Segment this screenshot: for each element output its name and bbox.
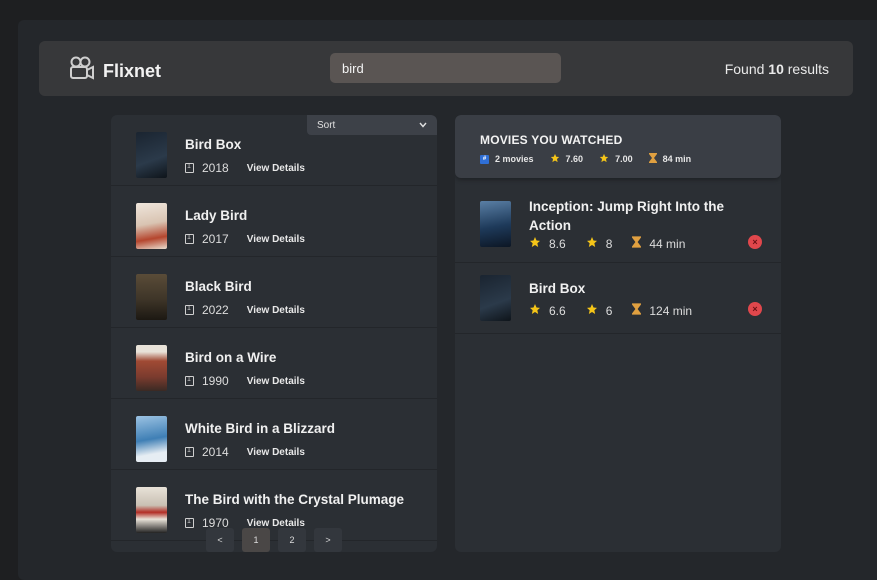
movie-poster [480,275,511,321]
watched-summary: MOVIES YOU WATCHED # 2 movies 7.60 7.00 … [455,115,781,178]
imdb-rating: 6.6 [549,303,566,318]
runtime: 124 min [649,303,693,318]
star-icon [586,303,598,318]
star-icon [599,153,609,165]
movie-title: Bird on a Wire [185,350,277,365]
movie-poster [136,345,167,391]
movie-poster [136,132,167,178]
view-details-link[interactable]: View Details [247,163,305,174]
next-page-button[interactable]: > [314,528,342,552]
list-item[interactable]: White Bird in a Blizzard 2014 View Detai… [111,399,437,470]
star-icon [529,303,541,318]
results-list-panel: Sort Bird Box 2018 View Details Lady Bir… [111,115,437,552]
stat-imdb-value: 7.60 [565,154,584,164]
stat-user-value: 7.00 [615,154,633,164]
pagination: < 1 2 > [206,528,342,552]
search-input[interactable] [330,53,561,83]
movie-poster [136,416,167,462]
imdb-rating: 8.6 [549,236,566,251]
page-button-2[interactable]: 2 [278,528,306,552]
list-item[interactable]: Lady Bird 2017 View Details [111,186,437,257]
star-icon [529,236,541,251]
stat-count-value: 2 movies [495,154,534,164]
movie-year: 2022 [202,303,229,317]
view-details-link[interactable]: View Details [247,447,305,458]
view-details-link[interactable]: View Details [247,376,305,387]
movie-title: Black Bird [185,279,252,294]
results-number: 10 [768,61,784,77]
view-details-link[interactable]: View Details [247,305,305,316]
list-item[interactable]: Bird Box 2018 View Details [111,115,437,186]
results-count: Found 10 results [724,61,829,77]
list-item[interactable]: Black Bird 2022 View Details [111,257,437,328]
movie-year: 2014 [202,445,229,459]
stat-user: 7.00 [599,153,633,165]
movie-title: Lady Bird [185,208,248,223]
stat-count: # 2 movies [480,154,534,164]
hash-icon: # [480,154,489,164]
calendar-icon [185,305,194,315]
app-name: Flixnet [103,61,162,81]
calendar-icon [185,376,194,386]
runtime: 44 min [649,236,686,251]
stat-runtime-value: 84 min [662,154,692,164]
user-rating: 8 [605,236,613,251]
watched-item[interactable]: Inception: Jump Right Into the Action 8.… [455,178,781,263]
watched-panel: MOVIES YOU WATCHED # 2 movies 7.60 7.00 … [455,115,781,552]
remove-button[interactable]: × [748,235,762,249]
page-button-1[interactable]: 1 [242,528,270,552]
hourglass-icon [632,236,642,251]
movie-poster [480,201,511,247]
watched-stats: # 2 movies 7.60 7.00 84 min [480,153,707,165]
star-icon [550,153,560,165]
movie-poster [136,203,167,249]
user-rating: 6 [605,303,613,318]
calendar-icon [185,518,194,528]
watched-meta: 8.6 8 44 min [529,236,705,251]
movie-meta: 2018 View Details [185,161,305,175]
movie-title: Bird Box [529,281,586,296]
calendar-icon [185,163,194,173]
movie-meta: 2017 View Details [185,232,305,246]
view-details-link[interactable]: View Details [247,234,305,245]
stat-runtime: 84 min [648,153,692,165]
navbar: Flixnet Found 10 results [39,41,853,96]
movie-meta: 2014 View Details [185,445,305,459]
remove-button[interactable]: × [748,302,762,316]
movie-meta: 2022 View Details [185,303,305,317]
movie-poster [136,274,167,320]
movie-title: Inception: Jump Right Into the Action [529,199,724,233]
view-details-link[interactable]: View Details [247,518,305,529]
watched-meta: 6.6 6 124 min [529,303,712,318]
movie-meta: 1990 View Details [185,374,305,388]
watched-item[interactable]: Bird Box 6.6 6 124 min × [455,263,781,334]
movie-title: White Bird in a Blizzard [185,421,336,436]
prev-page-button[interactable]: < [206,528,234,552]
movie-year: 2018 [202,161,229,175]
movie-poster [136,487,167,533]
film-camera-icon [67,55,95,88]
movie-title: Bird Box [185,137,242,152]
watched-title: MOVIES YOU WATCHED [480,133,623,147]
movie-year: 1990 [202,374,229,388]
movie-year: 2017 [202,232,229,246]
hourglass-icon [648,153,657,165]
movie-title: The Bird with the Crystal Plumage [185,492,405,507]
calendar-icon [185,234,194,244]
logo[interactable]: Flixnet [67,55,161,88]
calendar-icon [185,447,194,457]
star-icon [586,236,598,251]
hourglass-icon [632,303,642,318]
stat-imdb: 7.60 [550,153,584,165]
list-item[interactable]: Bird on a Wire 1990 View Details [111,328,437,399]
